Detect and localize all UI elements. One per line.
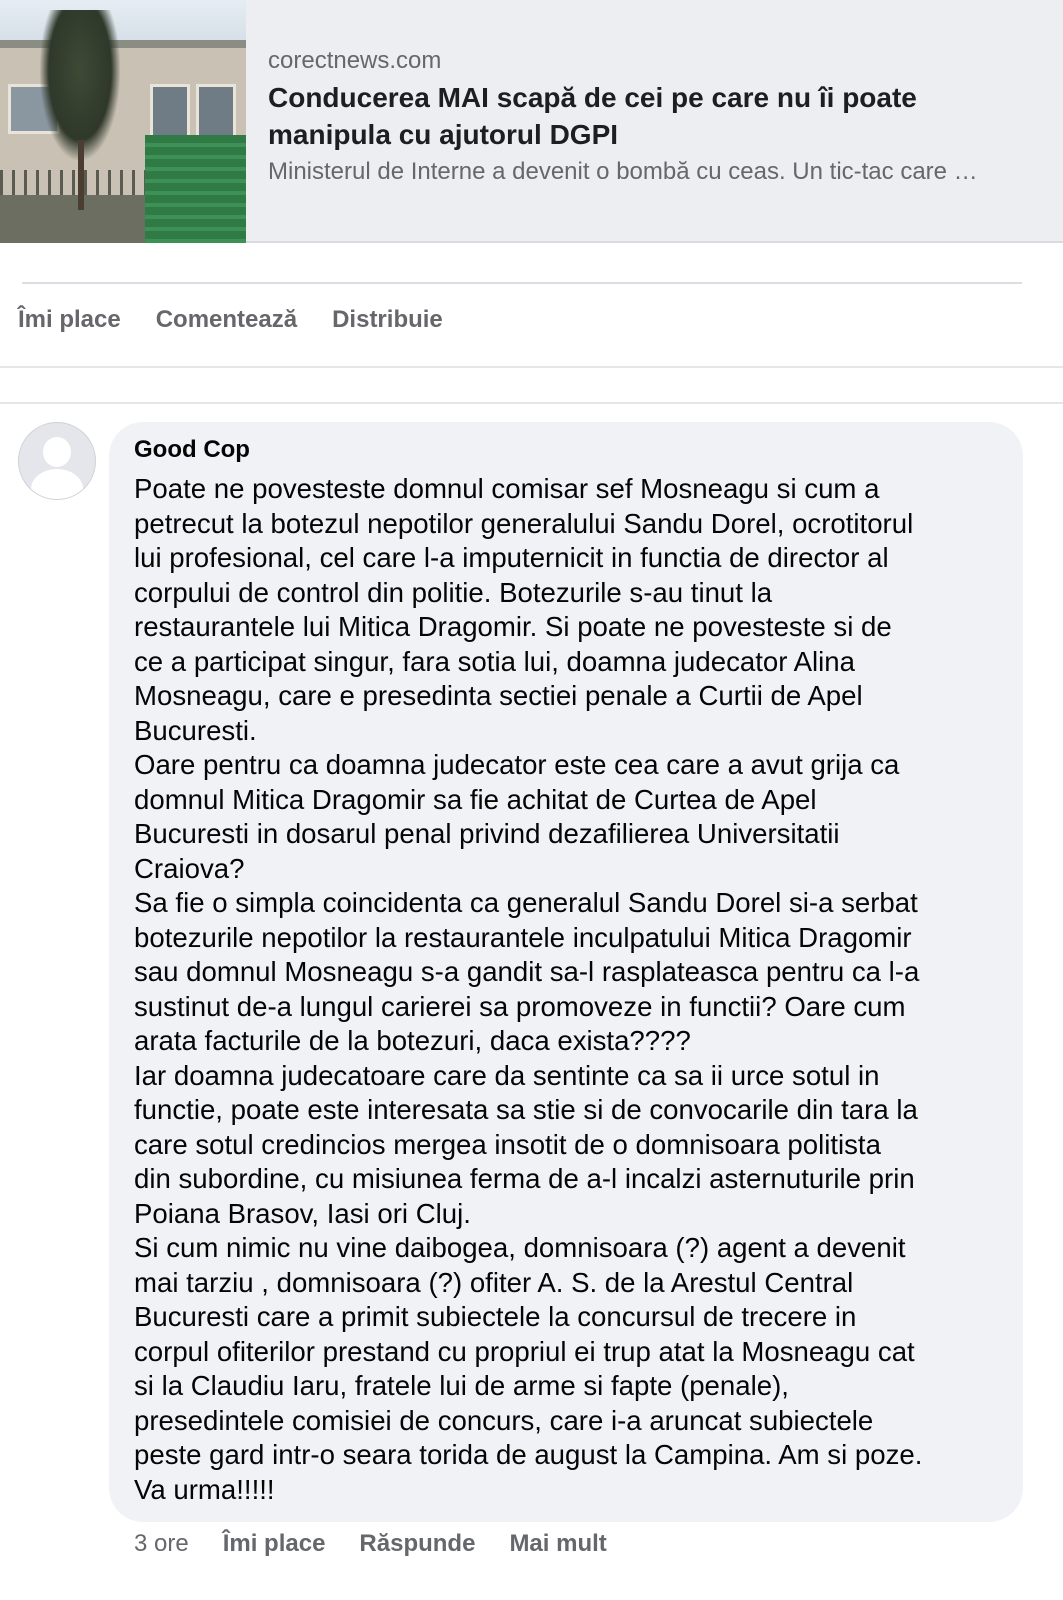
comment-text-line: corpul ofiterilor prestand cu propriul e… bbox=[134, 1335, 915, 1367]
divider bbox=[22, 282, 1022, 284]
divider bbox=[0, 366, 1063, 368]
comment-more-button[interactable]: Mai mult bbox=[509, 1530, 606, 1558]
comment-text-line: Mosneagu, care e presedinta sectiei pena… bbox=[134, 680, 863, 711]
comment-text-line: corpului de control din politie. Botezur… bbox=[134, 576, 773, 608]
comment-text-line: Bucuresti in dosarul penal privind dezaf… bbox=[134, 818, 840, 849]
link-excerpt: Ministerul de Interne a devenit o bombă … bbox=[268, 158, 978, 185]
comment-text-line: Bucuresti. bbox=[134, 714, 257, 746]
comment-text-line: Craiova? bbox=[134, 852, 245, 884]
comment-text-line: Bucuresti care a primit subiectele la co… bbox=[134, 1301, 857, 1332]
divider bbox=[0, 402, 1063, 404]
comment-text-line: Poiana Brasov, Iasi ori Cluj. bbox=[134, 1197, 471, 1229]
comment-text-line: botezurile nepotilor la restaurantele in… bbox=[134, 921, 912, 953]
comment-text-line: Si cum nimic nu vine daibogea, domnisoar… bbox=[134, 1232, 906, 1263]
comment-text-line: presedintele comisiei de concurs, care i… bbox=[134, 1404, 874, 1436]
like-button[interactable]: Îmi place bbox=[18, 306, 121, 340]
comment-text-line: restaurantele lui Mitica Dragomir. Si po… bbox=[134, 611, 892, 642]
comment-meta-bar: 3 ore Îmi place Răspunde Mai mult bbox=[134, 1530, 641, 1558]
comment-text-line: Iar doamna judecatoare care da sentinte … bbox=[134, 1059, 880, 1091]
comment-text-line: Poate ne povesteste domnul comisar sef M… bbox=[134, 473, 880, 504]
comment-like-button[interactable]: Îmi place bbox=[223, 1530, 326, 1558]
share-button[interactable]: Distribuie bbox=[332, 306, 443, 340]
comment-text: Poate ne povesteste domnul comisar sef M… bbox=[134, 472, 1014, 1507]
comment-text-line: sau domnul Mosneagu s-a gandit sa-l rasp… bbox=[134, 956, 920, 987]
link-preview-card[interactable]: corectnews.com Conducerea MAI scapă de c… bbox=[0, 0, 1063, 243]
comment-text-line: functie, poate este interesata sa stie s… bbox=[134, 1094, 918, 1125]
comment-timestamp[interactable]: 3 ore bbox=[134, 1530, 189, 1558]
link-domain: corectnews.com bbox=[268, 47, 442, 74]
comment-text-line: si la Claudiu Iaru, fratele lui de arme … bbox=[134, 1370, 789, 1401]
link-headline[interactable]: Conducerea MAI scapă de cei pe care nu î… bbox=[268, 79, 1028, 153]
comment-text-line: Sa fie o simpla coincidenta ca generalul… bbox=[134, 887, 918, 918]
avatar-placeholder-icon bbox=[43, 437, 71, 467]
comment-text-line: Va urma!!!!! bbox=[134, 1473, 275, 1505]
comment-text-line: din subordine, cu misiunea ferma de a-l … bbox=[134, 1163, 915, 1194]
comment-text-line: sustinut de-a lungul carierei sa promove… bbox=[134, 990, 906, 1022]
comment-button[interactable]: Comentează bbox=[156, 306, 297, 340]
comment-text-line: care sotul credincios mergea insotit de … bbox=[134, 1128, 881, 1160]
link-thumbnail-image[interactable] bbox=[0, 0, 246, 243]
comment-text-line: ce a participat singur, fara sotia lui, … bbox=[134, 645, 855, 677]
comment-text-line: peste gard intr-o seara torida de august… bbox=[134, 1439, 923, 1470]
post-action-bar: Îmi place Comentează Distribuie bbox=[18, 306, 478, 340]
comment-reply-button[interactable]: Răspunde bbox=[359, 1530, 475, 1558]
avatar[interactable] bbox=[18, 422, 96, 500]
comment-text-line: domnul Mitica Dragomir sa fie achitat de… bbox=[134, 783, 817, 815]
comment-text-line: lui profesional, cel care l-a imputernic… bbox=[134, 542, 889, 573]
comment-text-line: Oare pentru ca doamna judecator este cea… bbox=[134, 749, 900, 780]
comment-text-line: mai tarziu , domnisoara (?) ofiter A. S.… bbox=[134, 1266, 854, 1298]
comment-text-line: petrecut la botezul nepotilor generalulu… bbox=[134, 507, 914, 539]
comment-author[interactable]: Good Cop bbox=[134, 436, 250, 464]
comment-text-line: arata facturile de la botezuri, daca exi… bbox=[134, 1025, 691, 1056]
